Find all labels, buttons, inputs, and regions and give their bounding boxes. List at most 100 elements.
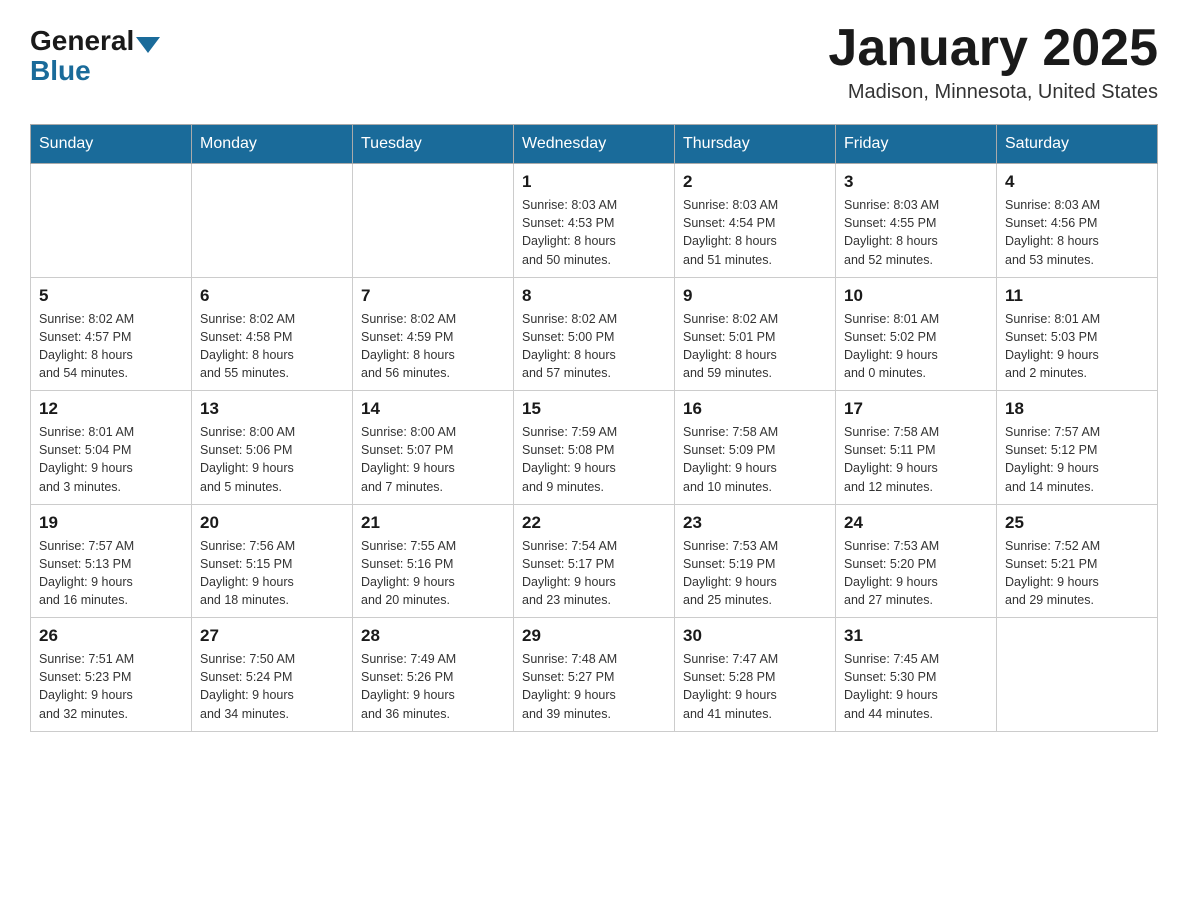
day-info: Sunrise: 8:01 AM Sunset: 5:03 PM Dayligh… [1005,310,1149,383]
day-number: 13 [200,399,344,419]
day-info: Sunrise: 8:00 AM Sunset: 5:07 PM Dayligh… [361,423,505,496]
calendar-cell: 24 Sunrise: 7:53 AM Sunset: 5:20 PM Dayli… [836,504,997,618]
calendar-week-row: 26 Sunrise: 7:51 AM Sunset: 5:23 PM Dayli… [31,618,1158,732]
day-number: 30 [683,626,827,646]
day-info: Sunrise: 7:58 AM Sunset: 5:11 PM Dayligh… [844,423,988,496]
day-info: Sunrise: 7:54 AM Sunset: 5:17 PM Dayligh… [522,537,666,610]
day-number: 3 [844,172,988,192]
day-info: Sunrise: 7:52 AM Sunset: 5:21 PM Dayligh… [1005,537,1149,610]
day-number: 17 [844,399,988,419]
day-info: Sunrise: 8:02 AM Sunset: 4:59 PM Dayligh… [361,310,505,383]
day-number: 7 [361,286,505,306]
calendar-week-row: 12 Sunrise: 8:01 AM Sunset: 5:04 PM Dayli… [31,391,1158,505]
location-text: Madison, Minnesota, United States [828,81,1158,104]
calendar-cell: 8Sunrise: 8:02 AM Sunset: 5:00 PM Daylig… [514,277,675,391]
day-info: Sunrise: 8:02 AM Sunset: 4:57 PM Dayligh… [39,310,183,383]
day-number: 23 [683,513,827,533]
calendar-cell [997,618,1158,732]
day-number: 24 [844,513,988,533]
day-number: 28 [361,626,505,646]
weekday-header-monday: Monday [192,125,353,164]
calendar-cell: 3 Sunrise: 8:03 AM Sunset: 4:55 PM Daylig… [836,164,997,278]
calendar-cell [31,164,192,278]
day-info: Sunrise: 7:48 AM Sunset: 5:27 PM Dayligh… [522,650,666,723]
weekday-header-wednesday: Wednesday [514,125,675,164]
month-title: January 2025 [828,20,1158,77]
calendar-cell: 14 Sunrise: 8:00 AM Sunset: 5:07 PM Dayli… [353,391,514,505]
day-number: 22 [522,513,666,533]
day-number: 2 [683,172,827,192]
day-info: Sunrise: 7:55 AM Sunset: 5:16 PM Dayligh… [361,537,505,610]
calendar-cell: 29 Sunrise: 7:48 AM Sunset: 5:27 PM Dayli… [514,618,675,732]
day-info: Sunrise: 8:02 AM Sunset: 5:01 PM Dayligh… [683,310,827,383]
day-info: Sunrise: 7:58 AM Sunset: 5:09 PM Dayligh… [683,423,827,496]
calendar-cell: 6Sunrise: 8:02 AM Sunset: 4:58 PM Daylig… [192,277,353,391]
day-info: Sunrise: 7:57 AM Sunset: 5:13 PM Dayligh… [39,537,183,610]
calendar-cell: 15Sunrise: 7:59 AM Sunset: 5:08 PM Dayli… [514,391,675,505]
logo-arrow-icon [136,37,160,53]
day-number: 19 [39,513,183,533]
day-info: Sunrise: 8:03 AM Sunset: 4:55 PM Dayligh… [844,196,988,269]
calendar-cell: 17 Sunrise: 7:58 AM Sunset: 5:11 PM Dayli… [836,391,997,505]
calendar-cell [353,164,514,278]
day-number: 20 [200,513,344,533]
calendar-cell: 27 Sunrise: 7:50 AM Sunset: 5:24 PM Dayli… [192,618,353,732]
calendar-cell: 19 Sunrise: 7:57 AM Sunset: 5:13 PM Dayli… [31,504,192,618]
calendar-cell: 26 Sunrise: 7:51 AM Sunset: 5:23 PM Dayli… [31,618,192,732]
weekday-header-sunday: Sunday [31,125,192,164]
calendar-cell: 7 Sunrise: 8:02 AM Sunset: 4:59 PM Daylig… [353,277,514,391]
logo-blue-text: Blue [30,55,91,87]
day-number: 8 [522,286,666,306]
day-number: 4 [1005,172,1149,192]
calendar-cell: 18 Sunrise: 7:57 AM Sunset: 5:12 PM Dayli… [997,391,1158,505]
day-info: Sunrise: 7:53 AM Sunset: 5:19 PM Dayligh… [683,537,827,610]
calendar-table: SundayMondayTuesdayWednesdayThursdayFrid… [30,124,1158,732]
weekday-header-row: SundayMondayTuesdayWednesdayThursdayFrid… [31,125,1158,164]
weekday-header-saturday: Saturday [997,125,1158,164]
calendar-cell: 25 Sunrise: 7:52 AM Sunset: 5:21 PM Dayli… [997,504,1158,618]
weekday-header-friday: Friday [836,125,997,164]
day-info: Sunrise: 7:45 AM Sunset: 5:30 PM Dayligh… [844,650,988,723]
day-number: 29 [522,626,666,646]
calendar-cell: 21 Sunrise: 7:55 AM Sunset: 5:16 PM Dayli… [353,504,514,618]
day-info: Sunrise: 7:47 AM Sunset: 5:28 PM Dayligh… [683,650,827,723]
calendar-week-row: 1Sunrise: 8:03 AM Sunset: 4:53 PM Daylig… [31,164,1158,278]
day-number: 15 [522,399,666,419]
day-number: 25 [1005,513,1149,533]
day-info: Sunrise: 8:00 AM Sunset: 5:06 PM Dayligh… [200,423,344,496]
day-info: Sunrise: 7:53 AM Sunset: 5:20 PM Dayligh… [844,537,988,610]
day-number: 27 [200,626,344,646]
day-number: 21 [361,513,505,533]
calendar-cell: 23 Sunrise: 7:53 AM Sunset: 5:19 PM Dayli… [675,504,836,618]
day-info: Sunrise: 8:01 AM Sunset: 5:04 PM Dayligh… [39,423,183,496]
day-number: 11 [1005,286,1149,306]
title-block: January 2025 Madison, Minnesota, United … [828,20,1158,104]
day-number: 18 [1005,399,1149,419]
day-info: Sunrise: 8:01 AM Sunset: 5:02 PM Dayligh… [844,310,988,383]
day-number: 6 [200,286,344,306]
day-info: Sunrise: 7:49 AM Sunset: 5:26 PM Dayligh… [361,650,505,723]
calendar-cell: 22 Sunrise: 7:54 AM Sunset: 5:17 PM Dayli… [514,504,675,618]
day-number: 31 [844,626,988,646]
day-info: Sunrise: 7:57 AM Sunset: 5:12 PM Dayligh… [1005,423,1149,496]
calendar-cell: 4 Sunrise: 8:03 AM Sunset: 4:56 PM Daylig… [997,164,1158,278]
day-info: Sunrise: 7:56 AM Sunset: 5:15 PM Dayligh… [200,537,344,610]
weekday-header-thursday: Thursday [675,125,836,164]
calendar-cell: 16Sunrise: 7:58 AM Sunset: 5:09 PM Dayli… [675,391,836,505]
calendar-cell: 30 Sunrise: 7:47 AM Sunset: 5:28 PM Dayli… [675,618,836,732]
day-number: 9 [683,286,827,306]
calendar-cell: 31 Sunrise: 7:45 AM Sunset: 5:30 PM Dayli… [836,618,997,732]
day-info: Sunrise: 7:50 AM Sunset: 5:24 PM Dayligh… [200,650,344,723]
page-header: General Blue January 2025 Madison, Minne… [30,20,1158,104]
logo: General Blue [30,20,160,87]
day-number: 14 [361,399,505,419]
day-info: Sunrise: 7:51 AM Sunset: 5:23 PM Dayligh… [39,650,183,723]
day-number: 10 [844,286,988,306]
calendar-week-row: 19 Sunrise: 7:57 AM Sunset: 5:13 PM Dayli… [31,504,1158,618]
calendar-cell: 10 Sunrise: 8:01 AM Sunset: 5:02 PM Dayli… [836,277,997,391]
day-info: Sunrise: 8:03 AM Sunset: 4:56 PM Dayligh… [1005,196,1149,269]
day-number: 26 [39,626,183,646]
day-number: 12 [39,399,183,419]
calendar-cell: 28 Sunrise: 7:49 AM Sunset: 5:26 PM Dayli… [353,618,514,732]
calendar-cell: 20 Sunrise: 7:56 AM Sunset: 5:15 PM Dayli… [192,504,353,618]
